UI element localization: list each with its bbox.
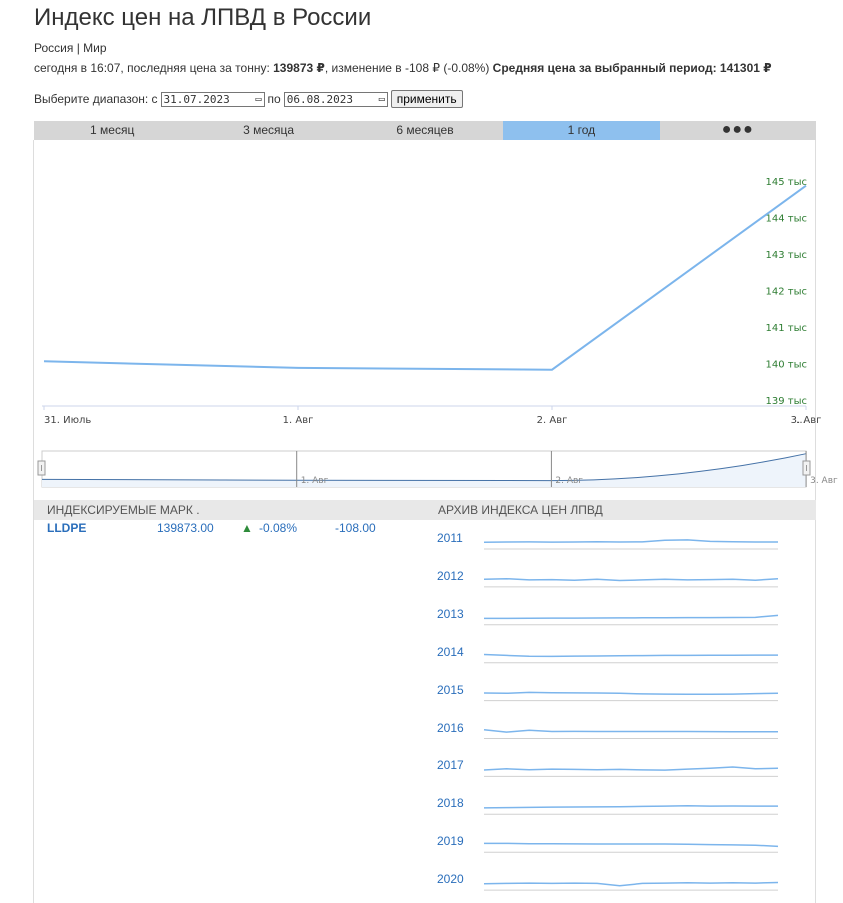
x-tick-label: 31. Июль	[44, 415, 91, 426]
trend-up-icon: ▲	[241, 521, 253, 535]
y-tick-label: 144 тыс	[766, 214, 807, 225]
index-section-header: ИНДЕКСИРУЕМЫЕ МАРК .	[34, 500, 424, 520]
navigator-label: 2. Авг	[555, 476, 583, 486]
price-chart: 139 тыс 140 тыс 141 тыс 142 тыс 143 тыс 144 т…	[37, 177, 838, 488]
index-price: 139873.00	[157, 521, 214, 535]
y-tick-label: 143 тыс	[766, 250, 807, 261]
x-tick-label: …	[796, 415, 806, 426]
index-name[interactable]: LLDPE	[47, 521, 157, 535]
x-tick-label: 2. Авг	[537, 415, 568, 426]
y-tick-label: 142 тыс	[766, 287, 807, 298]
archive-year-link[interactable]: 2018	[437, 796, 464, 810]
price-series-line	[43, 184, 807, 371]
index-change-abs: -108.00	[335, 521, 376, 535]
chart-navigator[interactable]: 1. Авг 2. Авг 3. Авг	[37, 450, 838, 488]
y-tick-label: 141 тыс	[766, 323, 807, 334]
archive-year-link[interactable]: 2012	[437, 569, 464, 583]
x-axis-labels: 31. Июль 1. Авг 2. Авг 3. Авг…	[43, 406, 821, 426]
archive-year-link[interactable]: 2011	[437, 531, 463, 545]
price-series-points	[43, 185, 807, 370]
archive-year-link[interactable]: 2015	[437, 683, 464, 697]
index-row[interactable]: LLDPE 139873.00 ▲ -0.08% -108.00	[47, 521, 395, 535]
archive-year-link[interactable]: 2014	[437, 645, 464, 659]
navigator-label: 3. Авг	[810, 476, 838, 486]
archive-section-header: АРХИВ ИНДЕКСА ЦЕН ЛПВД	[424, 500, 816, 520]
index-change-pct: -0.08%	[259, 521, 298, 535]
x-tick-label: 1. Авг	[283, 415, 314, 426]
y-tick-label: 145 тыс	[766, 177, 807, 188]
y-tick-label: 140 тыс	[766, 360, 807, 371]
archive-year-link[interactable]: 2020	[437, 872, 464, 886]
archive-year-link[interactable]: 2017	[437, 758, 464, 772]
y-tick-label: 139 тыс	[766, 396, 807, 407]
archive-year-link[interactable]: 2016	[437, 721, 464, 735]
archive-year-link[interactable]: 2013	[437, 607, 464, 621]
archive-year-link[interactable]: 2019	[437, 834, 464, 848]
navigator-label: 1. Авг	[301, 476, 329, 486]
